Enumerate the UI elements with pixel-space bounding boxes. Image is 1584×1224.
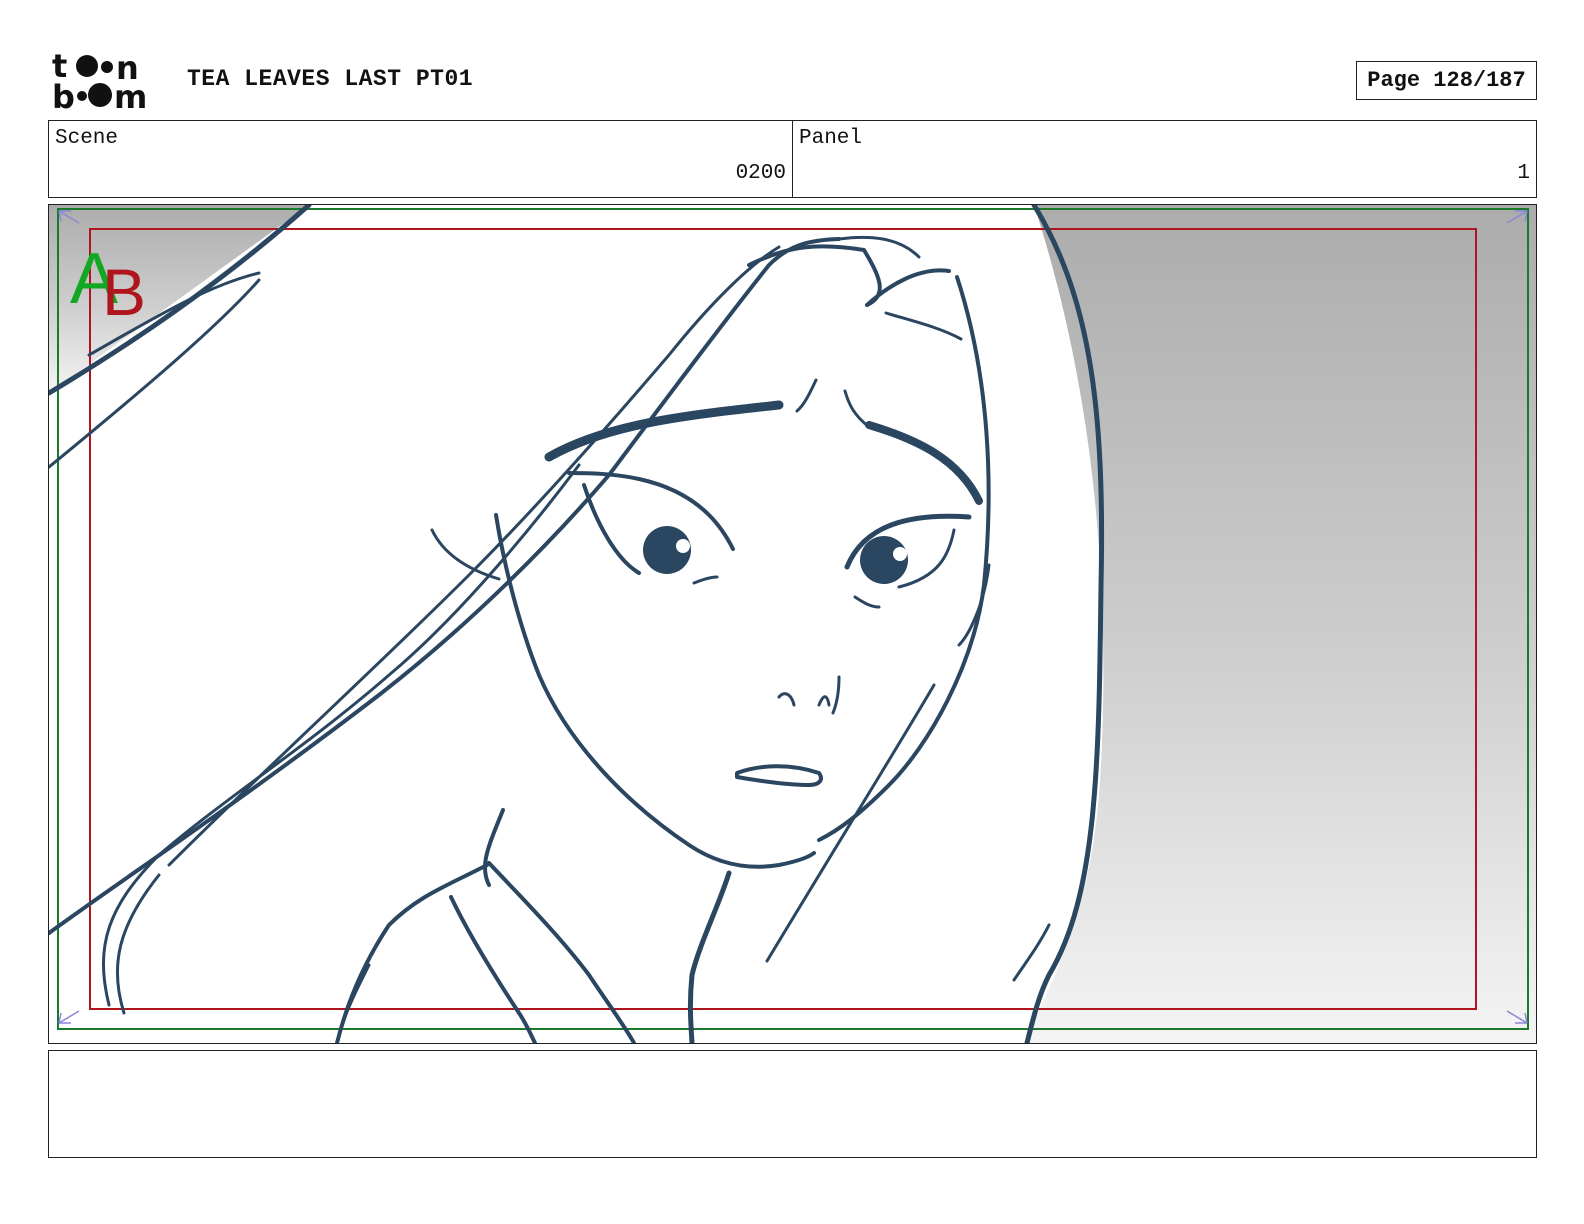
- character-sketch: [49, 205, 1105, 1043]
- panel-cell: Panel 1: [792, 121, 1536, 197]
- scene-label: Scene: [55, 127, 119, 150]
- panel-notes: [48, 1050, 1537, 1158]
- page-indicator: Page 128/187: [1356, 61, 1537, 100]
- document-title: TEA LEAVES LAST PT01: [187, 66, 474, 92]
- storyboard-panel: A B: [48, 204, 1537, 1044]
- panel-number: 1: [1517, 162, 1530, 185]
- panel-drawing: A B: [49, 205, 1536, 1043]
- scene-cell: Scene 0200: [49, 121, 792, 197]
- panel-label: Panel: [799, 127, 863, 150]
- svg-text:b: b: [52, 78, 75, 110]
- scene-number: 0200: [735, 162, 786, 185]
- scene-panel-info: Scene 0200 Panel 1: [48, 120, 1537, 198]
- safe-area-marker-b: B: [102, 255, 146, 329]
- toon-boom-logo: t n b m: [52, 52, 164, 110]
- svg-text:m: m: [114, 78, 147, 110]
